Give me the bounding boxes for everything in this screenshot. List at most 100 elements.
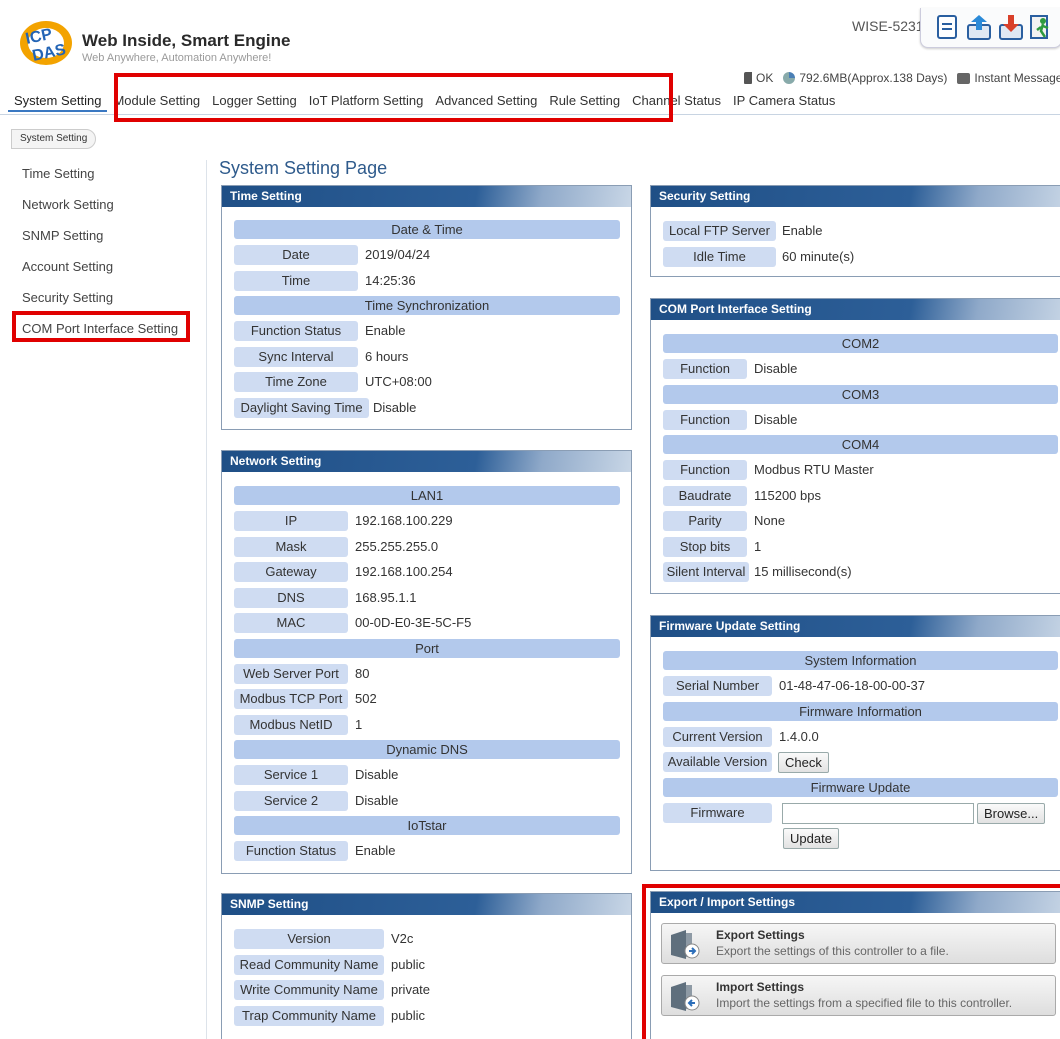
section-firmware-information: Firmware Information [663,701,1058,721]
document-icon[interactable] [933,13,961,41]
breadcrumb[interactable]: System Setting [11,129,97,149]
modbus-tcp-port-value: 502 [355,691,377,706]
storage-pie-icon [783,72,796,84]
idle-time-label: Idle Time [663,246,776,267]
brand-subtitle: Web Anywhere, Automation Anywhere! [82,52,272,64]
logout-icon[interactable] [1027,13,1055,41]
tab-system-setting[interactable]: System Setting [8,92,108,112]
service1-label: Service 1 [234,765,348,785]
section-com3: COM3 [663,384,1058,404]
tab-advanced-setting[interactable]: Advanced Setting [429,92,543,112]
function-status-value: Enable [365,323,406,338]
modbus-tcp-port-label: Modbus TCP Port [234,689,348,709]
date-value: 2019/04/24 [365,247,431,262]
modbus-netid-label: Modbus NetID [234,714,348,735]
panel-title: Export / Import Settings [651,892,1060,913]
status-bar: OK 792.6MB(Approx.138 Days) Instant Mess… [744,71,1060,85]
section-dynamic-dns: Dynamic DNS [234,740,620,759]
ftp-server-label: Local FTP Server [663,221,776,241]
modbus-netid-value: 1 [355,716,363,732]
serial-number-label: Serial Number [663,676,772,696]
write-community-value: private [391,982,431,997]
instant-message-link[interactable]: Instant Message [974,71,1060,85]
check-button[interactable]: Check [778,752,829,773]
icpdas-logo: ICP DAS [20,21,72,65]
tab-logger-setting[interactable]: Logger Setting [206,92,303,112]
com-port-panel: COM Port Interface Setting COM2 Function… [650,298,1060,594]
trap-community-label: Trap Community Name [234,1005,384,1026]
tab-rule-setting[interactable]: Rule Setting [543,92,626,112]
current-version-label: Current Version [663,726,772,747]
gateway-label: Gateway [234,562,348,582]
sidebar-item-security[interactable]: Security Setting [15,284,195,315]
snmp-version-label: Version [234,929,384,949]
section-date-time: Date & Time [234,220,620,239]
mac-value: 00-0D-E0-3E-5C-F5 [355,615,472,630]
network-setting-panel: Network Setting LAN1 IP 192.168.100.229 M… [221,450,632,874]
silent-interval-label: Silent Interval [663,562,749,582]
read-community-label: Read Community Name [234,954,384,975]
iot-function-status-value: Enable [355,843,396,858]
message-icon [957,72,971,84]
section-firmware-update: Firmware Update [663,777,1058,797]
import-settings-button[interactable]: Import Settings Import the settings from… [661,975,1056,1016]
silent-interval-value: 15 millisecond(s) [754,564,852,579]
import-settings-desc: Import the settings from a specified fil… [716,996,1013,1010]
gateway-value: 192.168.100.254 [355,564,453,579]
service2-value: Disable [355,792,399,808]
com4-function-value: Modbus RTU Master [754,462,874,477]
sidebar-item-snmp[interactable]: SNMP Setting [15,222,195,253]
panel-title: Security Setting [651,186,1060,207]
section-port: Port [234,638,620,658]
web-server-port-value: 80 [355,665,370,681]
parity-label: Parity [663,511,747,531]
upload-icon[interactable] [965,13,993,41]
mask-label: Mask [234,536,348,557]
sidebar-item-account[interactable]: Account Setting [15,253,195,284]
export-settings-title: Export Settings [716,928,805,942]
main-nav: System Setting Module Setting Logger Set… [8,92,841,112]
com2-function-label: Function [663,359,747,379]
nav-divider [0,114,1060,115]
tab-ip-camera-status[interactable]: IP Camera Status [727,92,841,112]
model-name: WISE-5231 [852,18,924,34]
service2-label: Service 2 [234,790,348,811]
sidebar-item-com-port[interactable]: COM Port Interface Setting [15,315,195,346]
current-version-value: 1.4.0.0 [779,728,819,744]
com2-function-value: Disable [754,361,798,376]
status-ok: OK [756,71,774,85]
import-settings-title: Import Settings [716,980,805,994]
stop-bits-label: Stop bits [663,536,747,557]
export-settings-button[interactable]: Export Settings Export the settings of t… [661,923,1056,964]
panel-title: Network Setting [222,451,631,472]
dst-value: Disable [373,399,417,415]
write-community-label: Write Community Name [234,980,384,1000]
date-label: Date [234,245,358,265]
tab-iot-platform-setting[interactable]: IoT Platform Setting [303,92,430,112]
section-system-information: System Information [663,651,1058,670]
time-setting-panel: Time Setting Date & Time Date 2019/04/24 … [221,185,632,430]
tab-module-setting[interactable]: Module Setting [107,92,206,112]
dst-label: Daylight Saving Time [234,397,369,418]
firmware-file-input[interactable] [782,802,974,824]
section-lan1: LAN1 [234,486,620,505]
dns-label: DNS [234,587,348,608]
ftp-server-value: Enable [782,223,823,238]
ip-value: 192.168.100.229 [355,513,453,528]
idle-time-value: 60 minute(s) [782,248,855,264]
browse-button[interactable]: Browse... [977,802,1046,824]
panel-title: Firmware Update Setting [651,616,1060,637]
time-label: Time [234,270,358,291]
download-icon[interactable] [997,13,1025,41]
mac-label: MAC [234,613,348,633]
section-com2: COM2 [663,334,1058,353]
update-button[interactable]: Update [783,828,839,849]
trap-community-value: public [391,1007,425,1023]
security-setting-panel: Security Setting Local FTP Server Enable … [650,185,1060,277]
sidebar-item-network[interactable]: Network Setting [15,191,195,222]
tab-channel-status[interactable]: Channel Status [626,92,727,112]
com3-function-value: Disable [754,411,798,427]
sidebar-item-time[interactable]: Time Setting [15,160,195,191]
panel-title: COM Port Interface Setting [651,299,1060,320]
stop-bits-value: 1 [754,538,762,554]
